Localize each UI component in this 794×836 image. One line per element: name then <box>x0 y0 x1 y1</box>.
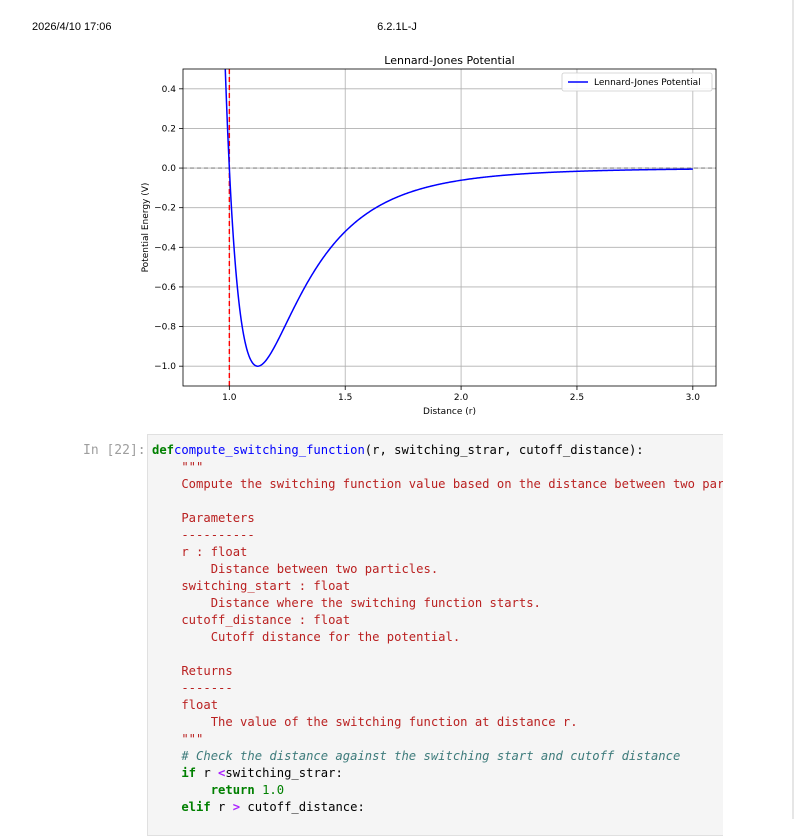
code-line: float <box>152 697 723 714</box>
code-token: r <box>210 800 233 814</box>
code-line: Compute the switching function value bas… <box>152 476 723 493</box>
code-token: switching_start : float <box>152 579 351 593</box>
code-token: Compute the switching function value bas… <box>152 477 723 491</box>
legend-label: Lennard-Jones Potential <box>594 78 701 88</box>
y-tick-label: −1.0 <box>154 362 176 372</box>
code-line: switching_start : float <box>152 578 723 595</box>
lj-potential-chart: 1.0 1.5 2.0 2.5 3.0 −1.0 −0.8 −0.6 −0.4 −0.2 0.0 0.… <box>141 54 717 417</box>
code-line: ​ <box>152 646 723 663</box>
code-line: cutoff_distance : float <box>152 612 723 629</box>
code-line: r : float <box>152 544 723 561</box>
cell-prompt: In [22]: <box>83 443 146 458</box>
y-tick-label: 0.4 <box>162 85 177 95</box>
code-line: """ <box>152 731 723 748</box>
code-line: ​ <box>152 493 723 510</box>
x-tick-label: 2.0 <box>454 393 469 403</box>
code-line: ------- <box>152 680 723 697</box>
plot-frame <box>182 68 717 387</box>
code-token: # Check the distance against the switchi… <box>152 749 681 763</box>
code-line: elif r > cutoff_distance: <box>152 799 723 816</box>
code-token: The value of the switching function at d… <box>152 715 578 729</box>
code-token: return <box>152 783 255 797</box>
code-token: """ <box>152 460 204 474</box>
code-line: return 1.0 <box>152 782 723 799</box>
code-token: r <box>196 766 219 780</box>
code-token: cutoff_distance: <box>240 800 365 814</box>
y-tick-label: −0.2 <box>154 204 176 214</box>
y-tick-label: −0.6 <box>154 283 176 293</box>
code-token: 1.0 <box>262 783 285 797</box>
code-token: Distance between two particles. <box>152 562 439 576</box>
y-tick-label: 0.0 <box>162 164 177 174</box>
x-axis-label: Distance (r) <box>423 407 476 417</box>
code-editor[interactable]: defcompute_switching_function(r, switchi… <box>148 435 723 816</box>
code-line: Distance between two particles. <box>152 561 723 578</box>
y-axis-label: Potential Energy (V) <box>141 183 151 273</box>
code-line: Returns <box>152 663 723 680</box>
code-token: cutoff_distance : float <box>152 613 351 627</box>
code-token: compute_switching_function <box>174 443 365 457</box>
code-token: elif <box>152 800 211 814</box>
code-line: defcompute_switching_function(r, switchi… <box>152 442 723 459</box>
code-token: r : float <box>152 545 248 559</box>
y-tick-label: 0.2 <box>162 124 176 134</box>
code-token: r, switching_strar, cutoff_distance <box>372 443 629 457</box>
code-token: if <box>152 766 197 780</box>
x-tick-label: 1.0 <box>222 393 237 403</box>
code-token: float <box>152 698 219 712</box>
y-tick-label: −0.8 <box>154 323 176 333</box>
code-token: > <box>232 800 241 814</box>
code-line: Cutoff distance for the potential. <box>152 629 723 646</box>
legend: Lennard-Jones Potential <box>561 72 713 92</box>
code-line: """ <box>152 459 723 476</box>
code-line: if r <switching_strar: <box>152 765 723 782</box>
code-token: ---------- <box>152 528 255 542</box>
code-token: Parameters <box>152 511 255 525</box>
x-tick-label: 2.5 <box>570 393 584 403</box>
code-token: switching_strar: <box>225 766 343 780</box>
code-line: # Check the distance against the switchi… <box>152 748 723 765</box>
y-tick-label: −0.4 <box>154 243 176 253</box>
x-tick-label: 3.0 <box>686 393 701 403</box>
code-cell[interactable]: defcompute_switching_function(r, switchi… <box>147 434 723 836</box>
code-line: The value of the switching function at d… <box>152 714 723 731</box>
code-line: Distance where the switching function st… <box>152 595 723 612</box>
code-token: Returns <box>152 664 233 678</box>
code-token: """ <box>152 732 204 746</box>
chart-title: Lennard-Jones Potential <box>384 54 514 67</box>
code-token: ------- <box>152 681 233 695</box>
code-token: Cutoff distance for the potential. <box>152 630 461 644</box>
code-token: def <box>152 443 175 457</box>
x-tick-label: 1.5 <box>338 393 352 403</box>
code-line: ---------- <box>152 527 723 544</box>
code-token: ): <box>628 443 644 457</box>
code-token: Distance where the switching function st… <box>152 596 541 610</box>
code-line: Parameters <box>152 510 723 527</box>
